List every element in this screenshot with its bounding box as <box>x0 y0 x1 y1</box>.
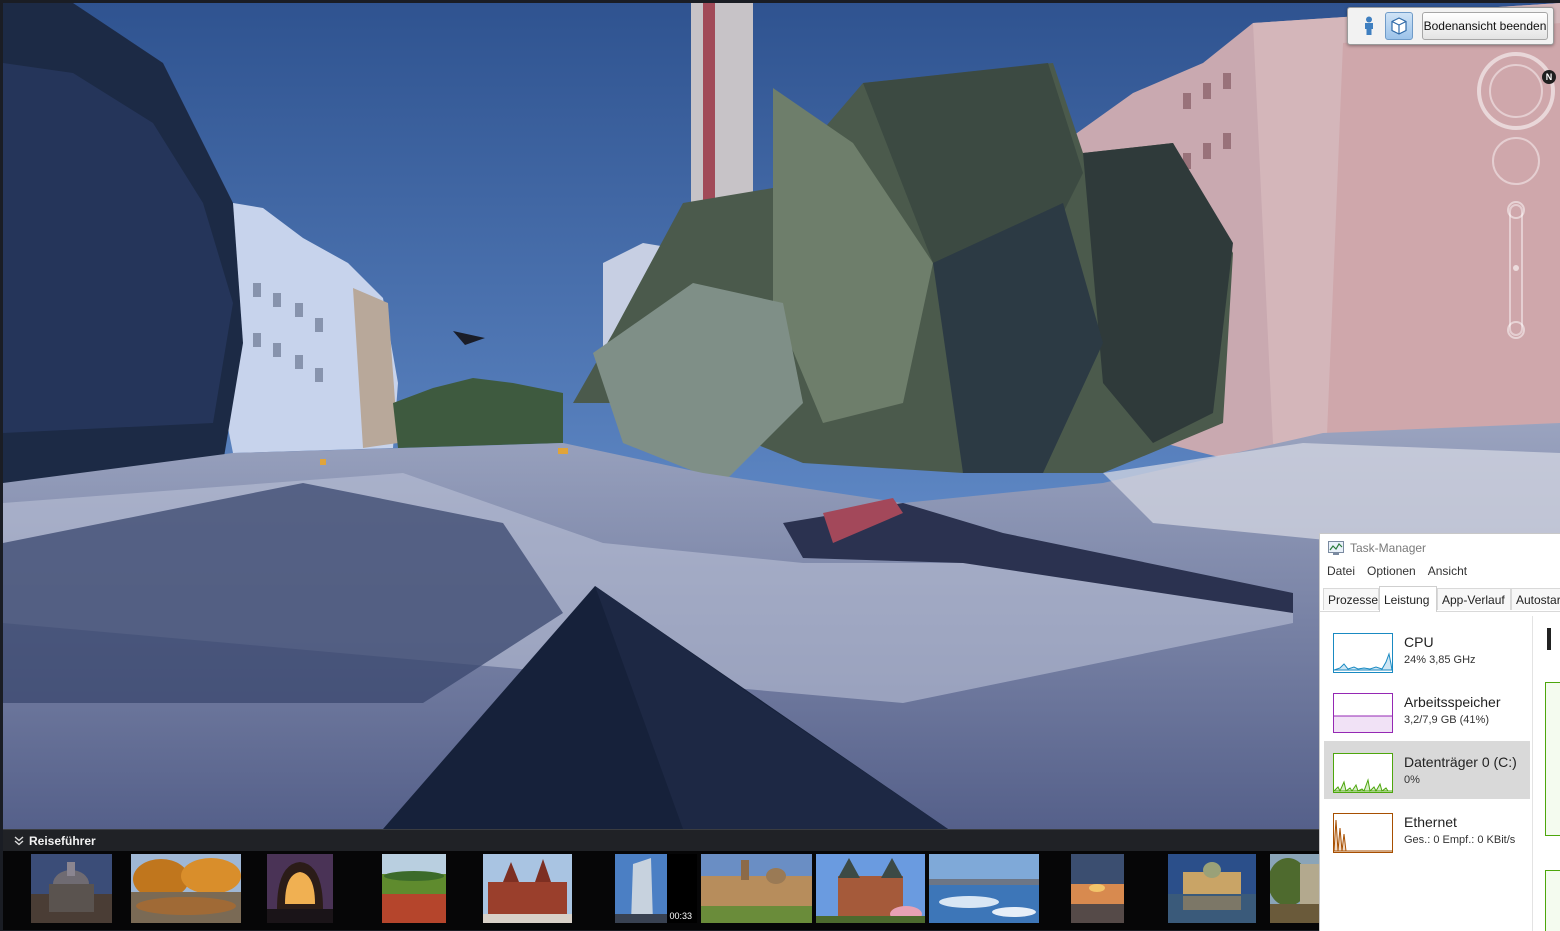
thumbnail-autumn-park-pond[interactable] <box>131 854 241 923</box>
detail-graph-fragment-2 <box>1545 870 1560 931</box>
double-chevron-down-icon[interactable] <box>14 835 24 846</box>
menu-options[interactable]: Optionen <box>1367 564 1416 584</box>
menu-file[interactable]: Datei <box>1327 564 1355 584</box>
thumbnail-city-gate-towers[interactable] <box>816 854 925 923</box>
task-manager-titlebar[interactable]: Task-Manager <box>1320 534 1560 562</box>
tour-guide-panel: Reiseführer 00:33 <box>3 829 1319 930</box>
performance-resource-list: CPU 24% 3,85 GHz Arbeitsspeicher 3,2/7,9… <box>1320 616 1533 931</box>
detail-graph-fragment <box>1545 682 1560 836</box>
north-indicator[interactable]: N <box>1542 70 1556 84</box>
resource-name: CPU <box>1404 634 1434 650</box>
memory-graph <box>1333 693 1393 733</box>
resource-cpu[interactable]: CPU 24% 3,85 GHz <box>1324 621 1530 679</box>
thumbnail-brick-gothic-building[interactable] <box>483 854 572 923</box>
resource-detail: 24% 3,85 GHz <box>1404 654 1476 666</box>
menu-view[interactable]: Ansicht <box>1428 564 1467 584</box>
building-cube-icon[interactable] <box>1385 12 1413 40</box>
ethernet-graph <box>1333 813 1393 853</box>
tab-performance[interactable]: Leistung <box>1379 586 1437 612</box>
task-manager-window: Task-Manager Datei Optionen Ansicht Proz… <box>1319 533 1560 931</box>
thumbnail-duration: 00:33 <box>667 911 694 921</box>
resource-detail: 0% <box>1404 774 1420 786</box>
thumbnail-baroque-city-skyline[interactable] <box>701 854 812 923</box>
zoom-slider[interactable] <box>1507 201 1525 339</box>
resource-detail: 3,2/7,9 GB (41%) <box>1404 714 1489 726</box>
detail-heading-fragment <box>1547 628 1551 650</box>
tab-startup[interactable]: Autostar <box>1511 588 1560 610</box>
resource-name: Datenträger 0 (C:) <box>1404 754 1517 770</box>
exit-ground-view-button[interactable]: Bodenansicht beenden <box>1422 12 1548 40</box>
resource-disk[interactable]: Datenträger 0 (C:) 0% <box>1324 741 1530 799</box>
resource-name: Arbeitsspeicher <box>1404 694 1501 710</box>
thumbnail-illuminated-dome-night[interactable] <box>267 854 333 923</box>
resource-name: Ethernet <box>1404 814 1457 830</box>
thumbnail-dome-cathedral[interactable] <box>31 854 112 923</box>
resource-detail: Ges.: 0 Empf.: 0 KBit/s <box>1404 834 1516 846</box>
ground-view-toolbar: Bodenansicht beenden <box>1347 7 1554 45</box>
tour-guide-header[interactable]: Reiseführer <box>3 829 1319 851</box>
cpu-graph <box>1333 633 1393 673</box>
compass-ring[interactable] <box>1477 52 1555 130</box>
tab-processes[interactable]: Prozesse <box>1323 588 1379 610</box>
disk-graph <box>1333 753 1393 793</box>
tour-guide-title: Reiseführer <box>29 833 96 848</box>
navigation-controls: N <box>1475 50 1560 350</box>
person-icon[interactable] <box>1355 12 1383 40</box>
tab-app-history[interactable]: App-Verlauf <box>1437 588 1511 610</box>
svg-text:N: N <box>1546 72 1553 82</box>
thumbnail-park-trees[interactable] <box>1270 854 1319 923</box>
thumbnail-town-hall-reflection[interactable] <box>1168 854 1256 923</box>
task-manager-title: Task-Manager <box>1350 541 1427 555</box>
performance-detail-pane <box>1534 616 1560 931</box>
resource-ethernet[interactable]: Ethernet Ges.: 0 Empf.: 0 KBit/s <box>1324 801 1530 859</box>
resource-memory[interactable]: Arbeitsspeicher 3,2/7,9 GB (41%) <box>1324 681 1530 739</box>
task-manager-icon <box>1328 541 1344 555</box>
thumbnail-sunset-beach[interactable] <box>1071 854 1124 923</box>
thumbnail-poppy-field[interactable] <box>382 854 446 923</box>
thumbnail-frozen-river-city[interactable] <box>929 854 1039 923</box>
video-duration-badge: 00:33 <box>667 854 697 923</box>
tab-bar: Prozesse Leistung App-Verlauf Autostar <box>1320 586 1560 612</box>
look-joystick[interactable] <box>1492 137 1540 185</box>
thumbnail-skyscraper[interactable] <box>615 854 669 923</box>
menu-bar: Datei Optionen Ansicht <box>1320 564 1560 584</box>
